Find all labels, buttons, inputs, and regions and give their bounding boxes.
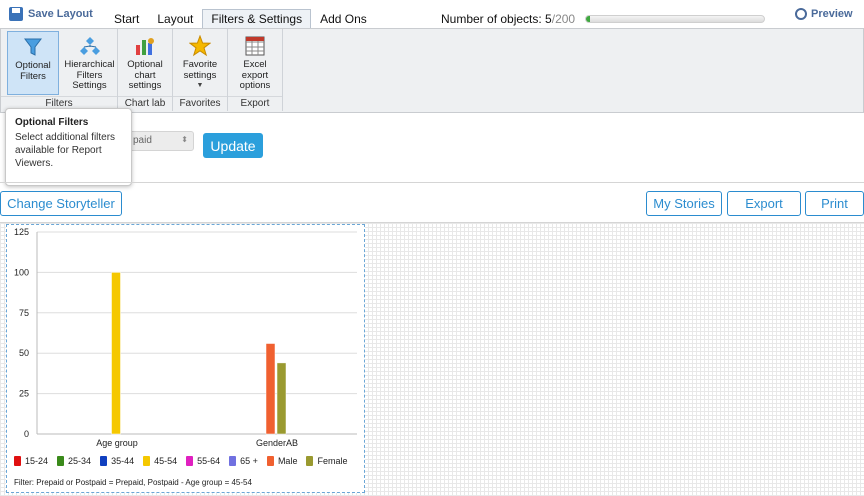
legend-label: 65 + — [240, 456, 258, 466]
export-button[interactable]: Export — [727, 191, 801, 216]
filter-select[interactable]: paid ⬍ — [126, 131, 194, 151]
save-icon — [9, 7, 23, 21]
my-stories-button[interactable]: My Stories — [646, 191, 722, 216]
y-tick-label: 50 — [19, 348, 29, 358]
ribbon: Optional Filters Hierarchical Filters Se… — [0, 28, 864, 113]
tab-layout[interactable]: Layout — [148, 9, 202, 29]
update-button[interactable]: Update — [203, 133, 263, 158]
legend-item[interactable]: 15-24 — [14, 456, 48, 466]
main-tabs: Start Layout Filters & Settings Add Ons — [105, 9, 376, 29]
filter-select-value: paid — [133, 135, 152, 146]
legend-item[interactable]: 25-34 — [57, 456, 91, 466]
legend-swatch — [100, 456, 108, 466]
tab-add-ons[interactable]: Add Ons — [311, 9, 376, 29]
y-tick-label: 0 — [24, 429, 29, 439]
print-button[interactable]: Print — [805, 191, 864, 216]
excel-export-options-button[interactable]: Excel export options — [230, 31, 280, 95]
chart-panel[interactable]: 0 25 50 75 100 125 Age group GenderAB — [6, 224, 365, 493]
legend-label: Female — [317, 456, 348, 466]
save-layout-label: Save Layout — [28, 8, 93, 20]
favorite-settings-button[interactable]: Favorite settings ▼ — [175, 31, 225, 95]
tooltip-title: Optional Filters — [15, 117, 89, 128]
legend-item[interactable]: Female — [306, 456, 347, 466]
ribbon-group-chart-lab: Optional chart settings Chart lab — [118, 29, 173, 111]
bar — [276, 362, 287, 435]
star-icon — [189, 35, 211, 57]
magnifier-icon — [795, 8, 807, 20]
legend-swatch — [306, 456, 314, 466]
y-tick-label: 100 — [14, 267, 29, 277]
preview-label: Preview — [811, 8, 853, 20]
divider — [0, 182, 864, 183]
object-progress-bar — [585, 15, 765, 23]
chart-settings-icon — [136, 38, 154, 55]
hierarchical-filters-button[interactable]: Hierarchical Filters Settings — [62, 31, 117, 95]
excel-icon — [245, 36, 265, 56]
y-tick-label: 125 — [14, 227, 29, 237]
tooltip-body: Select additional filters available for … — [15, 132, 116, 169]
optional-filters-tooltip: Optional Filters Select additional filte… — [5, 108, 132, 186]
preview-button[interactable]: Preview — [795, 8, 853, 20]
ribbon-group-label-export: Export — [228, 96, 282, 109]
legend-swatch — [14, 456, 21, 466]
ribbon-group-label-favorites: Favorites — [173, 96, 227, 109]
x-tick-label: Age group — [96, 438, 138, 448]
legend-swatch — [186, 456, 194, 466]
legend-item[interactable]: 65 + — [229, 456, 258, 466]
chart-filter-note: Filter: Prepaid or Postpaid = Prepaid, P… — [14, 478, 252, 487]
save-layout-button[interactable]: Save Layout — [9, 7, 93, 21]
y-tick-label: 75 — [19, 308, 29, 318]
ribbon-group-filters: Optional Filters Hierarchical Filters Se… — [1, 29, 118, 111]
legend-label: 55-64 — [197, 456, 221, 466]
legend-item[interactable]: Male — [266, 456, 298, 466]
change-storyteller-button[interactable]: Change Storyteller — [0, 191, 122, 216]
legend-swatch — [143, 456, 151, 466]
ribbon-group-export: Excel export options Export — [228, 29, 283, 111]
y-tick-label: 25 — [19, 389, 29, 399]
funnel-icon — [24, 38, 42, 56]
legend-swatch — [229, 456, 237, 466]
bar-chart: 0 25 50 75 100 125 Age group GenderAB — [14, 227, 357, 448]
legend-label: 25-34 — [68, 456, 92, 466]
legend-item[interactable]: 35-44 — [100, 456, 134, 466]
chevron-down-icon: ▼ — [196, 82, 204, 89]
legend-label: 45-54 — [154, 456, 178, 466]
legend-item[interactable]: 55-64 — [186, 456, 220, 466]
tab-filters-settings[interactable]: Filters & Settings — [202, 9, 312, 29]
optional-filters-button[interactable]: Optional Filters — [7, 31, 59, 95]
top-toolbar: Save Layout Start Layout Filters & Setti… — [0, 0, 864, 29]
legend-swatch — [57, 456, 65, 466]
legend-swatch — [266, 456, 274, 466]
legend-label: 15-24 — [25, 456, 49, 466]
hierarchy-icon — [79, 37, 100, 55]
legend-label: Male — [277, 456, 298, 466]
legend-label: 35-44 — [111, 456, 135, 466]
chart-legend: 15-24 25-34 35-44 45-54 55-64 65 + Male Female — [14, 456, 347, 466]
ribbon-group-favorites: Favorite settings ▼ Favorites — [173, 29, 228, 111]
optional-chart-settings-button[interactable]: Optional chart settings — [120, 31, 170, 95]
tab-start[interactable]: Start — [105, 9, 148, 29]
legend-item[interactable]: 45-54 — [143, 456, 177, 466]
x-tick-label: GenderAB — [256, 438, 298, 448]
bar — [265, 343, 276, 435]
bar — [111, 272, 121, 435]
object-progress-fill — [586, 16, 591, 22]
select-arrows-icon: ⬍ — [181, 135, 188, 144]
object-count: Number of objects: 5/200 — [441, 12, 576, 26]
